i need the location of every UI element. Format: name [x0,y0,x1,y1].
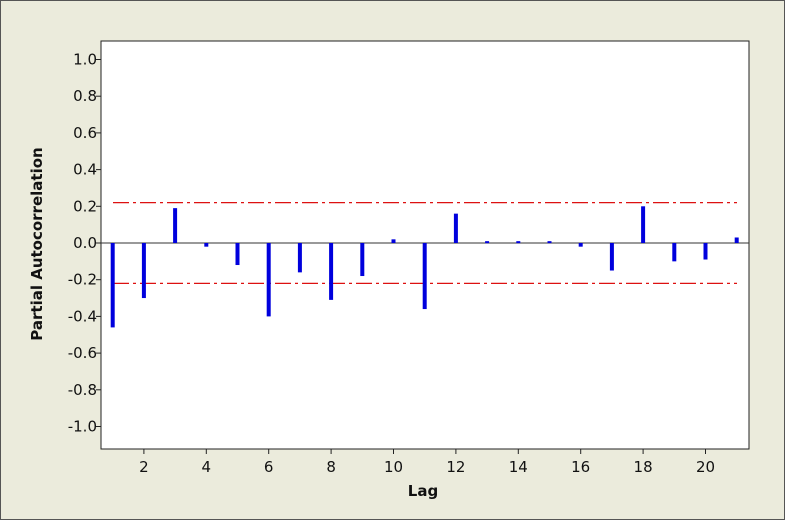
y-tick-label: -1.0 [68,418,97,436]
pacf-bar-lag-11 [422,243,427,310]
pacf-bar-lag-12 [453,213,458,243]
x-tick-label: 20 [696,458,715,476]
y-axis-title: Partial Autocorrelation [28,147,46,340]
pacf-bar-lag-7 [297,243,302,273]
x-tick-label: 8 [326,458,336,476]
y-tick-label: -0.2 [68,271,97,289]
pacf-chart: 1.0 0.8 0.6 0.4 0.2 0.0 -0.2 -0.4 -0.6 -0.8 -1.0 2… [28,40,750,500]
x-tick-label: 16 [571,458,590,476]
y-tick-label: 0.6 [73,124,97,142]
y-tick-label: 0.2 [73,197,97,215]
pacf-bar-lag-3 [173,208,178,243]
x-tick-label: 10 [384,458,403,476]
x-tick-label: 2 [139,458,149,476]
pacf-bar-lag-6 [266,243,271,317]
pacf-bar-lag-1 [110,243,115,328]
pacf-bar-lag-19 [672,243,677,262]
y-axis: 1.0 0.8 0.6 0.4 0.2 0.0 -0.2 -0.4 -0.6 -0.8 -1.0 [68,51,101,436]
pacf-bar-lag-4 [204,243,209,247]
pacf-bar-lag-14 [516,241,521,244]
y-tick-label: -0.4 [68,307,97,325]
pacf-bar-lag-5 [235,243,240,266]
pacf-bar-lag-18 [641,206,646,243]
pacf-bar-lag-13 [485,241,490,244]
x-tick-label: 18 [634,458,653,476]
y-tick-label: -0.6 [68,344,97,362]
pacf-bar-lag-2 [141,243,146,299]
pacf-bar-lag-16 [578,243,583,247]
y-tick-label: 0.4 [73,161,97,179]
x-tick-label: 12 [446,458,465,476]
pacf-bar-lag-20 [703,243,708,260]
x-axis-title: Lag [408,482,438,500]
pacf-bar-lag-8 [329,243,334,300]
x-axis: 2 4 6 8 10 12 14 16 18 20 [139,449,715,476]
pacf-bar-lag-15 [547,241,552,244]
pacf-bar-lag-9 [360,243,365,277]
pacf-bar-lag-21 [734,237,739,243]
pacf-bar-lag-10 [391,239,396,243]
y-tick-label: 0.0 [73,234,97,252]
y-tick-label: 1.0 [73,51,97,69]
y-tick-label: -0.8 [68,381,97,399]
y-tick-label: 0.8 [73,87,97,105]
x-tick-label: 14 [509,458,528,476]
x-tick-label: 4 [202,458,212,476]
pacf-bar-lag-17 [609,243,614,271]
chart-frame: 1.0 0.8 0.6 0.4 0.2 0.0 -0.2 -0.4 -0.6 -0.8 -1.0 2… [0,0,785,520]
x-tick-label: 6 [264,458,274,476]
